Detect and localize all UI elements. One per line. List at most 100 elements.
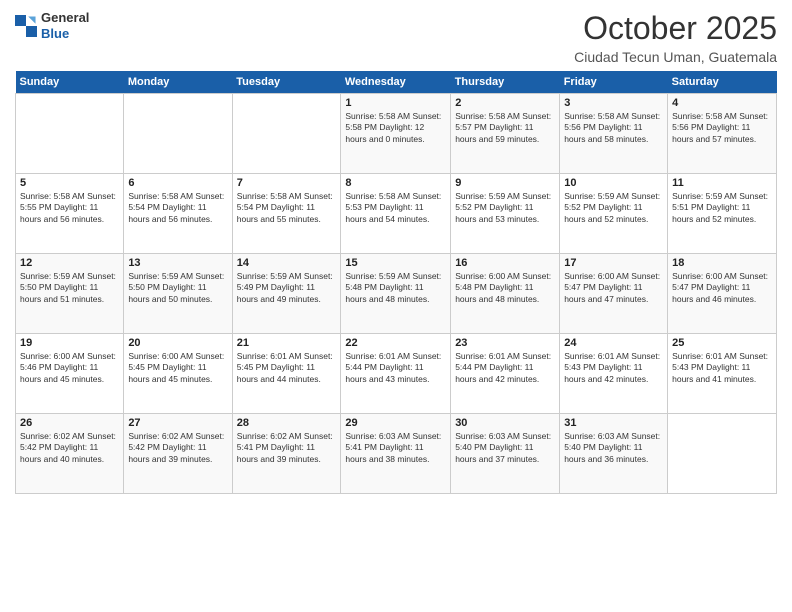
table-row: 15Sunrise: 5:59 AM Sunset: 5:48 PM Dayli…	[341, 254, 451, 334]
day-detail: Sunrise: 6:00 AM Sunset: 5:47 PM Dayligh…	[564, 271, 663, 305]
day-number: 25	[672, 337, 772, 349]
day-detail: Sunrise: 5:59 AM Sunset: 5:51 PM Dayligh…	[672, 191, 772, 225]
day-number: 27	[128, 417, 227, 429]
table-row: 26 Sunrise: 6:02 AM Sunset: 5:42 PM Dayli…	[16, 414, 124, 494]
table-row: 5Sunrise: 5:58 AM Sunset: 5:55 PM Daylig…	[16, 174, 124, 254]
day-detail: Sunrise: 5:58 AM Sunset: 5:57 PM Dayligh…	[455, 111, 555, 145]
table-row: 27 Sunrise: 6:02 AM Sunset: 5:42 PM Dayli…	[124, 414, 232, 494]
day-detail: Sunrise: 5:58 AM Sunset: 5:58 PM Dayligh…	[345, 111, 446, 145]
table-row: 7Sunrise: 5:58 AM Sunset: 5:54 PM Daylig…	[232, 174, 341, 254]
day-number: 28	[237, 417, 337, 429]
table-row: 12 Sunrise: 5:59 AM Sunset: 5:50 PM Dayli…	[16, 254, 124, 334]
table-row: 22 Sunrise: 6:01 AM Sunset: 5:44 PM Dayli…	[341, 334, 451, 414]
table-row: 20 Sunrise: 6:00 AM Sunset: 5:45 PM Dayli…	[124, 334, 232, 414]
col-monday: Monday	[124, 71, 232, 94]
table-row	[668, 414, 777, 494]
table-row: 11 Sunrise: 5:59 AM Sunset: 5:51 PM Dayli…	[668, 174, 777, 254]
table-row: 28 Sunrise: 6:02 AM Sunset: 5:41 PM Dayli…	[232, 414, 341, 494]
day-number: 3	[564, 97, 663, 109]
logo-icon	[15, 15, 37, 37]
header: General Blue October 2025 Ciudad Tecun U…	[15, 10, 777, 65]
day-detail: Sunrise: 6:01 AM Sunset: 5:44 PM Dayligh…	[345, 351, 446, 385]
day-number: 17	[564, 257, 663, 269]
day-detail: Sunrise: 6:00 AM Sunset: 5:45 PM Dayligh…	[128, 351, 227, 385]
table-row: 18Sunrise: 6:00 AM Sunset: 5:47 PM Dayli…	[668, 254, 777, 334]
day-number: 11	[672, 177, 772, 189]
table-row: 3 Sunrise: 5:58 AM Sunset: 5:56 PM Daylig…	[560, 94, 668, 174]
day-number: 2	[455, 97, 555, 109]
calendar-row-2: 12 Sunrise: 5:59 AM Sunset: 5:50 PM Dayli…	[16, 254, 777, 334]
day-number: 5	[20, 177, 119, 189]
table-row: 30Sunrise: 6:03 AM Sunset: 5:40 PM Dayli…	[451, 414, 560, 494]
day-number: 7	[237, 177, 337, 189]
day-number: 26	[20, 417, 119, 429]
table-row: 1 Sunrise: 5:58 AM Sunset: 5:58 PM Daylig…	[341, 94, 451, 174]
calendar-row-0: 1 Sunrise: 5:58 AM Sunset: 5:58 PM Daylig…	[16, 94, 777, 174]
day-number: 6	[128, 177, 227, 189]
calendar-table: Sunday Monday Tuesday Wednesday Thursday…	[15, 71, 777, 494]
month-title: October 2025	[574, 10, 777, 47]
day-number: 16	[455, 257, 555, 269]
day-number: 19	[20, 337, 119, 349]
table-row: 14Sunrise: 5:59 AM Sunset: 5:49 PM Dayli…	[232, 254, 341, 334]
day-detail: Sunrise: 6:00 AM Sunset: 5:47 PM Dayligh…	[672, 271, 772, 305]
day-detail: Sunrise: 6:02 AM Sunset: 5:42 PM Dayligh…	[20, 431, 119, 465]
day-number: 1	[345, 97, 446, 109]
day-detail: Sunrise: 6:03 AM Sunset: 5:40 PM Dayligh…	[564, 431, 663, 465]
table-row: 23Sunrise: 6:01 AM Sunset: 5:44 PM Dayli…	[451, 334, 560, 414]
title-block: October 2025 Ciudad Tecun Uman, Guatemal…	[574, 10, 777, 65]
day-detail: Sunrise: 5:58 AM Sunset: 5:54 PM Dayligh…	[128, 191, 227, 225]
day-detail: Sunrise: 6:02 AM Sunset: 5:42 PM Dayligh…	[128, 431, 227, 465]
day-number: 20	[128, 337, 227, 349]
day-detail: Sunrise: 6:02 AM Sunset: 5:41 PM Dayligh…	[237, 431, 337, 465]
col-sunday: Sunday	[16, 71, 124, 94]
table-row	[124, 94, 232, 174]
table-row: 8 Sunrise: 5:58 AM Sunset: 5:53 PM Daylig…	[341, 174, 451, 254]
page: General Blue October 2025 Ciudad Tecun U…	[0, 0, 792, 612]
day-number: 31	[564, 417, 663, 429]
table-row: 9Sunrise: 5:59 AM Sunset: 5:52 PM Daylig…	[451, 174, 560, 254]
day-number: 4	[672, 97, 772, 109]
day-number: 24	[564, 337, 663, 349]
logo: General Blue	[15, 10, 89, 41]
col-friday: Friday	[560, 71, 668, 94]
col-thursday: Thursday	[451, 71, 560, 94]
day-number: 21	[237, 337, 337, 349]
table-row: 21Sunrise: 6:01 AM Sunset: 5:45 PM Dayli…	[232, 334, 341, 414]
day-number: 9	[455, 177, 555, 189]
header-row: Sunday Monday Tuesday Wednesday Thursday…	[16, 71, 777, 94]
col-saturday: Saturday	[668, 71, 777, 94]
day-detail: Sunrise: 5:58 AM Sunset: 5:56 PM Dayligh…	[564, 111, 663, 145]
table-row: 31 Sunrise: 6:03 AM Sunset: 5:40 PM Dayli…	[560, 414, 668, 494]
day-number: 22	[345, 337, 446, 349]
table-row: 13 Sunrise: 5:59 AM Sunset: 5:50 PM Dayli…	[124, 254, 232, 334]
day-detail: Sunrise: 6:00 AM Sunset: 5:46 PM Dayligh…	[20, 351, 119, 385]
day-detail: Sunrise: 5:58 AM Sunset: 5:56 PM Dayligh…	[672, 111, 772, 145]
day-detail: Sunrise: 6:01 AM Sunset: 5:44 PM Dayligh…	[455, 351, 555, 385]
table-row	[232, 94, 341, 174]
day-number: 10	[564, 177, 663, 189]
day-detail: Sunrise: 6:03 AM Sunset: 5:40 PM Dayligh…	[455, 431, 555, 465]
table-row: 10 Sunrise: 5:59 AM Sunset: 5:52 PM Dayli…	[560, 174, 668, 254]
table-row: 19 Sunrise: 6:00 AM Sunset: 5:46 PM Dayli…	[16, 334, 124, 414]
logo-blue: Blue	[41, 26, 69, 41]
day-number: 12	[20, 257, 119, 269]
day-detail: Sunrise: 5:59 AM Sunset: 5:50 PM Dayligh…	[20, 271, 119, 305]
day-detail: Sunrise: 5:59 AM Sunset: 5:50 PM Dayligh…	[128, 271, 227, 305]
day-detail: Sunrise: 5:58 AM Sunset: 5:53 PM Dayligh…	[345, 191, 446, 225]
col-tuesday: Tuesday	[232, 71, 341, 94]
table-row: 29 Sunrise: 6:03 AM Sunset: 5:41 PM Dayli…	[341, 414, 451, 494]
day-detail: Sunrise: 6:00 AM Sunset: 5:48 PM Dayligh…	[455, 271, 555, 305]
day-number: 14	[237, 257, 337, 269]
day-detail: Sunrise: 6:03 AM Sunset: 5:41 PM Dayligh…	[345, 431, 446, 465]
day-detail: Sunrise: 6:01 AM Sunset: 5:43 PM Dayligh…	[672, 351, 772, 385]
day-number: 29	[345, 417, 446, 429]
table-row: 24Sunrise: 6:01 AM Sunset: 5:43 PM Dayli…	[560, 334, 668, 414]
day-detail: Sunrise: 5:59 AM Sunset: 5:52 PM Dayligh…	[564, 191, 663, 225]
day-number: 13	[128, 257, 227, 269]
calendar-row-1: 5Sunrise: 5:58 AM Sunset: 5:55 PM Daylig…	[16, 174, 777, 254]
day-number: 8	[345, 177, 446, 189]
table-row: 6 Sunrise: 5:58 AM Sunset: 5:54 PM Daylig…	[124, 174, 232, 254]
table-row: 16 Sunrise: 6:00 AM Sunset: 5:48 PM Dayli…	[451, 254, 560, 334]
calendar-row-3: 19 Sunrise: 6:00 AM Sunset: 5:46 PM Dayli…	[16, 334, 777, 414]
